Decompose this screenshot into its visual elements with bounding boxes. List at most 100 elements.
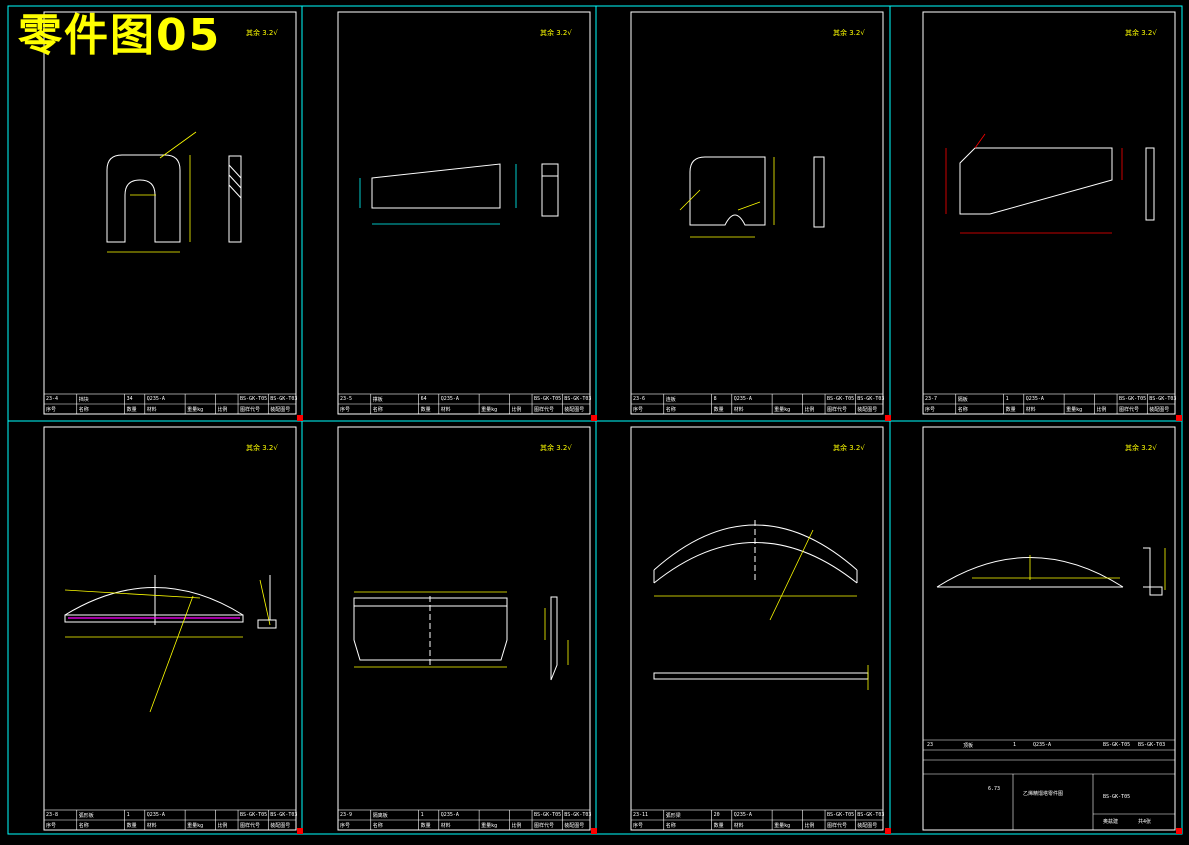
title-block-value: 撑板 [372,397,383,403]
final-title-block-text: BS-GK-T05 [1103,742,1131,748]
title-block-value: BS-GK-T03 [1149,396,1177,402]
title-block-value: 23-11 [633,812,649,818]
sheet-frame-3 [630,11,884,415]
part-23-dims [972,548,1166,590]
title-block-label: 名称 [957,407,968,413]
title-block-label: 装配图号 [857,407,878,413]
roughness-mark: 其余 3.2√ [1125,444,1157,452]
page-title: 零件图05 [18,10,222,61]
sheet-frame-2 [337,11,591,415]
title-block-label: 材料 [440,823,451,829]
title-block-label: 装配图号 [564,407,585,413]
roughness-mark: 其余 3.2√ [540,29,572,37]
title-block-label: 比例 [1096,407,1107,413]
sheet-frame-1 [43,11,297,415]
title-block-label: 序号 [340,823,351,829]
title-block-label: 比例 [511,407,522,413]
title-block-value: Q235-A [146,396,165,402]
title-block-value: 23-9 [340,812,353,818]
title-block-value: BS-GK-T05 [1119,396,1147,402]
final-title-block-text: 23 [927,742,934,748]
title-block-label: 材料 [146,407,157,413]
title-block-value: Q235-A [733,812,752,818]
title-block-value: 23-7 [925,396,938,402]
sheet-frame-6 [337,426,591,831]
part-23-5-drawing [371,163,559,217]
title-block-label: 重量kg [187,823,204,829]
final-title-block-text: BS-GK-T03 [1138,742,1166,748]
title-block-label: 重量kg [187,407,204,413]
title-block-label: 序号 [633,823,644,829]
title-block-label: 比例 [511,823,522,829]
part-23-6-drawing [689,156,825,228]
title-block-label: 数量 [713,823,724,829]
title-block-value: BS-GK-T05 [534,812,562,818]
title-block-label: 重量kg [774,407,791,413]
title-block-value: 弧形板 [78,813,94,819]
title-block-label: 材料 [1025,407,1036,413]
part-23-drawing [936,547,1163,596]
title-block-label: 图样代号 [240,407,261,413]
part-23-9-dims [354,591,569,668]
title-block-label: 材料 [733,823,744,829]
title-block-value: 23-4 [46,396,59,402]
roughness-mark: 其余 3.2√ [246,29,278,37]
title-block-value: BS-GK-T03 [564,812,592,818]
title-block-value: BS-GK-T03 [564,396,592,402]
title-block-label: 数量 [1005,407,1016,413]
final-title-block-text: 奥兹建 [1103,819,1119,825]
title-block-value: Q235-A [440,396,459,402]
title-block-label: 装配图号 [857,823,878,829]
title-block-value: 隔板 [957,397,968,403]
title-block-label: 序号 [46,823,57,829]
title-block-label: 数量 [713,407,724,413]
title-block-label: 图样代号 [534,407,555,413]
title-blocks [43,393,1176,831]
title-block-value: Q235-A [733,396,752,402]
title-block-label: 名称 [78,823,89,829]
title-block-value: BS-GK-T03 [857,396,885,402]
title-block-value: BS-GK-T05 [240,396,268,402]
title-block-value: BS-GK-T03 [270,396,298,402]
title-block-label: 图样代号 [827,407,848,413]
cad-drawing [7,5,1183,835]
roughness-mark: 其余 3.2√ [540,444,572,452]
title-block-value: Q235-A [440,812,459,818]
title-block-label: 数量 [420,823,431,829]
title-block-label: 图样代号 [827,823,848,829]
final-title-block-text: 顶板 [963,743,974,749]
title-block-label: 材料 [733,407,744,413]
title-block-value: 弧形梁 [665,813,681,819]
title-block-value: 34 [126,396,133,402]
title-block-label: 数量 [126,823,137,829]
final-title-block-text: BS-GK-T05 [1103,794,1131,800]
sheet-frame-7 [630,426,884,831]
roughness-mark: 其余 3.2√ [246,444,278,452]
part-23-9-drawing [353,596,558,681]
title-block-value: 8 [713,396,717,402]
title-block-value: BS-GK-T05 [827,396,855,402]
title-block-label: 比例 [217,407,228,413]
title-block-label: 装配图号 [564,823,585,829]
title-block-label: 名称 [665,407,676,413]
title-block-label: 重量kg [481,407,498,413]
title-block-label: 重量kg [774,823,791,829]
final-title-block-text: 1 [1013,742,1017,748]
title-block-value: 1 [420,812,424,818]
part-23-11-drawing [653,520,869,680]
sheet-frame-8 [922,426,1176,831]
title-block-label: 装配图号 [1149,407,1170,413]
title-block-label: 序号 [46,407,57,413]
title-block-value: 20 [713,812,720,818]
title-block-value: 挡块 [78,397,89,403]
title-block-label: 材料 [440,407,451,413]
title-block-label: 序号 [340,407,351,413]
title-block-value: 23-8 [46,812,59,818]
title-block-label: 比例 [217,823,228,829]
part-23-5-dims [359,164,517,225]
final-title-block-text: Q235-A [1033,742,1052,748]
part-23-11-dims [654,529,869,690]
title-block-label: 图样代号 [1119,407,1140,413]
final-title-block-text: 乙烯精馏塔零件图 [1023,791,1064,797]
final-title-block-text: 共4张 [1138,819,1152,825]
